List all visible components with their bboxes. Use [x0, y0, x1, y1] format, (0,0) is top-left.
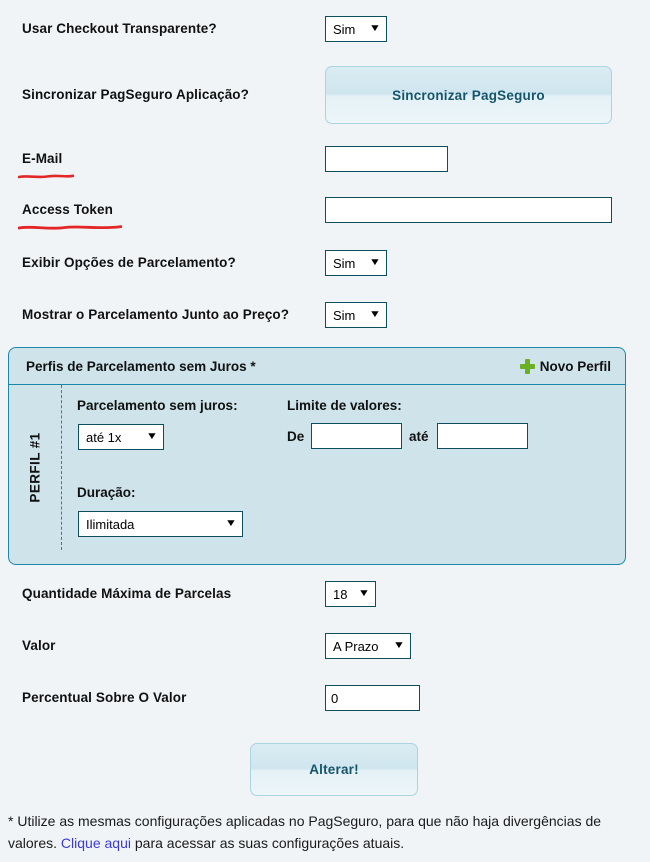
- email-input[interactable]: [325, 146, 448, 172]
- sincronizar-pagseguro-button[interactable]: Sincronizar PagSeguro: [325, 66, 612, 124]
- sincronizar-pagseguro-button-label: Sincronizar PagSeguro: [392, 87, 545, 103]
- chevron-down-icon: ▼: [145, 431, 159, 442]
- label-ate: até: [409, 429, 429, 444]
- select-quantidade-maxima-parcelas-value: 18: [333, 586, 348, 602]
- percentual-input[interactable]: [325, 685, 420, 711]
- select-valor-value: A Prazo: [333, 638, 379, 654]
- footnote-text-after: para acessar as suas configurações atuai…: [130, 835, 405, 851]
- footnote: * Utilize as mesmas configurações aplica…: [8, 810, 642, 854]
- chevron-down-icon: ▼: [357, 588, 371, 599]
- label-percentual-sobre-valor: Percentual Sobre O Valor: [22, 690, 187, 705]
- form-row-exibir-parcelamento: Exibir Opções de Parcelamento? Sim ▼: [0, 250, 650, 278]
- limit-from-input[interactable]: [311, 423, 402, 449]
- plus-icon: [519, 358, 535, 374]
- access-token-input[interactable]: [325, 197, 612, 223]
- chevron-down-icon: ▼: [368, 257, 382, 268]
- submit-button[interactable]: Alterar!: [250, 743, 418, 796]
- label-duracao: Duração:: [77, 485, 136, 500]
- new-profile-button-label: Novo Perfil: [539, 358, 611, 374]
- chevron-down-icon: ▼: [224, 518, 238, 529]
- select-quantidade-maxima-parcelas[interactable]: 18 ▼: [325, 581, 376, 607]
- select-valor[interactable]: A Prazo ▼: [325, 633, 411, 659]
- red-underline-access-token: [18, 223, 122, 231]
- label-valor: Valor: [22, 638, 56, 653]
- form-row-percentual: Percentual Sobre O Valor: [0, 685, 650, 713]
- select-parcelamento-sem-juros-value: até 1x: [86, 429, 122, 445]
- select-duracao[interactable]: Ilimitada ▼: [78, 511, 243, 537]
- label-email: E-Mail: [22, 151, 63, 166]
- footnote-link[interactable]: Clique aqui: [61, 835, 131, 851]
- chevron-down-icon: ▼: [392, 640, 406, 651]
- label-sincronizar-aplicacao: Sincronizar PagSeguro Aplicação?: [22, 87, 250, 102]
- limit-to-input[interactable]: [437, 423, 528, 449]
- label-quantidade-maxima-parcelas: Quantidade Máxima de Parcelas: [22, 586, 232, 601]
- label-de: De: [287, 429, 305, 444]
- chevron-down-icon: ▼: [368, 309, 382, 320]
- form-row-access-token: Access Token: [0, 197, 650, 230]
- select-parcelamento-sem-juros[interactable]: até 1x ▼: [78, 424, 164, 450]
- profile-body: PERFIL #1 Parcelamento sem juros: até 1x…: [9, 385, 625, 550]
- profile-tab-label-text: PERFIL #1: [27, 432, 43, 503]
- red-underline-email: [18, 172, 74, 180]
- select-checkout-transparente-value: Sim: [333, 21, 356, 37]
- select-mostrar-parcelamento-value: Sim: [333, 307, 356, 323]
- label-mostrar-parcelamento: Mostrar o Parcelamento Junto ao Preço?: [22, 307, 290, 322]
- select-exibir-parcelamento-value: Sim: [333, 255, 356, 271]
- form-row-sincronizar: Sincronizar PagSeguro Aplicação? Sincron…: [0, 66, 650, 124]
- label-parcelamento-sem-juros: Parcelamento sem juros:: [77, 398, 238, 413]
- profiles-panel-title: Perfis de Parcelamento sem Juros *: [26, 358, 256, 374]
- label-access-token: Access Token: [22, 202, 113, 217]
- profiles-panel: Perfis de Parcelamento sem Juros * Novo …: [8, 347, 626, 565]
- submit-button-label: Alterar!: [309, 762, 359, 777]
- settings-form-page: Usar Checkout Transparente? Sim ▼ Sincro…: [0, 0, 650, 862]
- new-profile-button[interactable]: Novo Perfil: [519, 358, 611, 374]
- select-duracao-value: Ilimitada: [86, 516, 135, 532]
- select-checkout-transparente[interactable]: Sim ▼: [325, 16, 387, 42]
- form-row-quantidade-maxima: Quantidade Máxima de Parcelas 18 ▼: [0, 581, 650, 609]
- profile-tab-label: PERFIL #1: [9, 385, 62, 550]
- form-row-email: E-Mail: [0, 146, 650, 179]
- label-exibir-parcelamento: Exibir Opções de Parcelamento?: [22, 255, 236, 270]
- profiles-panel-header: Perfis de Parcelamento sem Juros * Novo …: [9, 348, 625, 385]
- form-row-mostrar-parcelamento: Mostrar o Parcelamento Junto ao Preço? S…: [0, 302, 650, 330]
- label-checkout-transparente: Usar Checkout Transparente?: [22, 21, 217, 36]
- select-exibir-parcelamento[interactable]: Sim ▼: [325, 250, 387, 276]
- chevron-down-icon: ▼: [368, 23, 382, 34]
- form-row-checkout-transparente: Usar Checkout Transparente? Sim ▼: [0, 16, 650, 44]
- form-row-valor: Valor A Prazo ▼: [0, 633, 650, 661]
- label-limite-de-valores: Limite de valores:: [287, 398, 402, 413]
- select-mostrar-parcelamento[interactable]: Sim ▼: [325, 302, 387, 328]
